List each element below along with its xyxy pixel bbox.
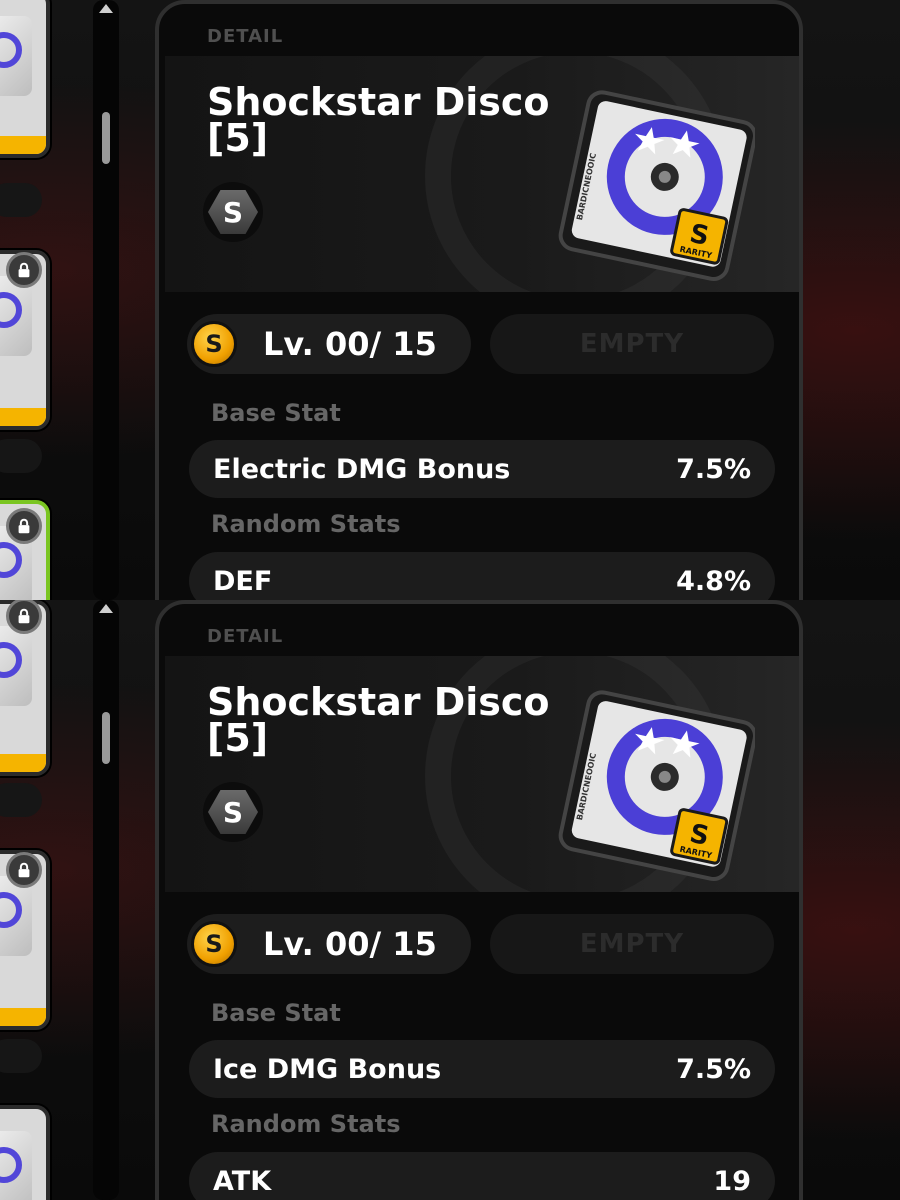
level-pill: S Lv. 00/ 15 bbox=[187, 314, 471, 374]
disc-thumbnail bbox=[0, 276, 32, 356]
disc-header: Shockstar Disco [5] S S RARITY BARDICNEO… bbox=[165, 656, 799, 892]
random-stats-label: Random Stats bbox=[211, 1110, 401, 1138]
empty-slot: EMPTY bbox=[490, 914, 774, 974]
empty-slot-label: EMPTY bbox=[579, 929, 685, 959]
scrollbar-thumb[interactable] bbox=[102, 112, 110, 164]
inventory-slot-placeholder bbox=[0, 183, 42, 217]
disc-title-slot: [5] bbox=[207, 116, 269, 160]
scrollbar-thumb[interactable] bbox=[102, 712, 110, 764]
level-text: Lv. 00/ 15 bbox=[263, 925, 437, 963]
rarity-bar bbox=[0, 408, 46, 426]
lock-icon[interactable] bbox=[6, 508, 42, 544]
disc-title-name: Shockstar Disco bbox=[207, 680, 550, 724]
rank-letter: S bbox=[222, 195, 244, 229]
inventory-item[interactable] bbox=[0, 0, 50, 158]
rarity-bar bbox=[0, 1008, 46, 1026]
level-pill: S Lv. 00/ 15 bbox=[187, 914, 471, 974]
base-stat-label: Base Stat bbox=[211, 999, 341, 1027]
detail-panel: DETAIL Shockstar Disco [5] S S RARITY BA… bbox=[155, 600, 803, 1200]
screenshot-top-half: DETAIL Shockstar Disco [5] S S RARITY BA… bbox=[0, 0, 900, 600]
rarity-bar bbox=[0, 136, 46, 154]
rank-hex: S bbox=[208, 190, 258, 234]
disc-thumbnail bbox=[0, 1131, 32, 1200]
lock-icon[interactable] bbox=[6, 252, 42, 288]
lock-icon[interactable] bbox=[6, 852, 42, 888]
stat-name: DEF bbox=[213, 565, 273, 597]
empty-slot-label: EMPTY bbox=[579, 329, 685, 359]
stat-value: 4.8% bbox=[676, 565, 751, 597]
base-stat-row: Ice DMG Bonus 7.5% bbox=[189, 1040, 775, 1098]
level-coin-icon: S bbox=[191, 921, 237, 967]
disc-title: Shockstar Disco [5] bbox=[207, 80, 587, 160]
scrollbar[interactable] bbox=[93, 600, 119, 1200]
disc-artwork: S RARITY BARDICNEOOIC bbox=[545, 84, 757, 284]
rank-letter: S bbox=[222, 795, 244, 829]
random-stat-row: ATK 19 bbox=[189, 1152, 775, 1200]
disc-thumbnail bbox=[0, 16, 32, 96]
inventory-slot-placeholder bbox=[0, 1039, 42, 1073]
inventory-slot-placeholder bbox=[0, 439, 42, 473]
level-text: Lv. 00/ 15 bbox=[263, 325, 437, 363]
level-coin-letter: S bbox=[205, 330, 223, 358]
random-stat-row: DEF 4.8% bbox=[189, 552, 775, 600]
level-coin-letter: S bbox=[205, 930, 223, 958]
disc-thumbnail bbox=[0, 876, 32, 956]
inventory-item[interactable] bbox=[0, 1105, 50, 1200]
panel-label: DETAIL bbox=[207, 626, 284, 647]
disc-title-name: Shockstar Disco bbox=[207, 80, 550, 124]
random-stats-label: Random Stats bbox=[211, 510, 401, 538]
stat-value: 19 bbox=[713, 1165, 751, 1197]
disc-header: Shockstar Disco [5] S S RARITY BARDICNEO… bbox=[165, 56, 799, 292]
disc-artwork: S RARITY BARDICNEOOIC bbox=[545, 684, 757, 884]
detail-panel: DETAIL Shockstar Disco [5] S S RARITY BA… bbox=[155, 0, 803, 600]
rarity-bar bbox=[0, 754, 46, 772]
disc-title-slot: [5] bbox=[207, 716, 269, 760]
screenshot-bottom-half: DETAIL Shockstar Disco [5] S S RARITY BA… bbox=[0, 600, 900, 1200]
empty-slot: EMPTY bbox=[490, 314, 774, 374]
inventory-slot-placeholder bbox=[0, 783, 42, 817]
disc-title: Shockstar Disco [5] bbox=[207, 680, 587, 760]
panel-label: DETAIL bbox=[207, 26, 284, 47]
base-stat-label: Base Stat bbox=[211, 399, 341, 427]
scroll-up-icon[interactable] bbox=[99, 604, 113, 613]
disc-thumbnail bbox=[0, 626, 32, 706]
rank-s-icon: S bbox=[203, 182, 263, 242]
stat-name: ATK bbox=[213, 1165, 272, 1197]
stat-value: 7.5% bbox=[676, 1053, 751, 1085]
rank-s-icon: S bbox=[203, 782, 263, 842]
stat-value: 7.5% bbox=[676, 453, 751, 485]
stat-name: Electric DMG Bonus bbox=[213, 453, 511, 485]
base-stat-row: Electric DMG Bonus 7.5% bbox=[189, 440, 775, 498]
scrollbar[interactable] bbox=[93, 0, 119, 600]
stat-name: Ice DMG Bonus bbox=[213, 1053, 442, 1085]
level-coin-icon: S bbox=[191, 321, 237, 367]
rank-hex: S bbox=[208, 790, 258, 834]
scroll-up-icon[interactable] bbox=[99, 4, 113, 13]
